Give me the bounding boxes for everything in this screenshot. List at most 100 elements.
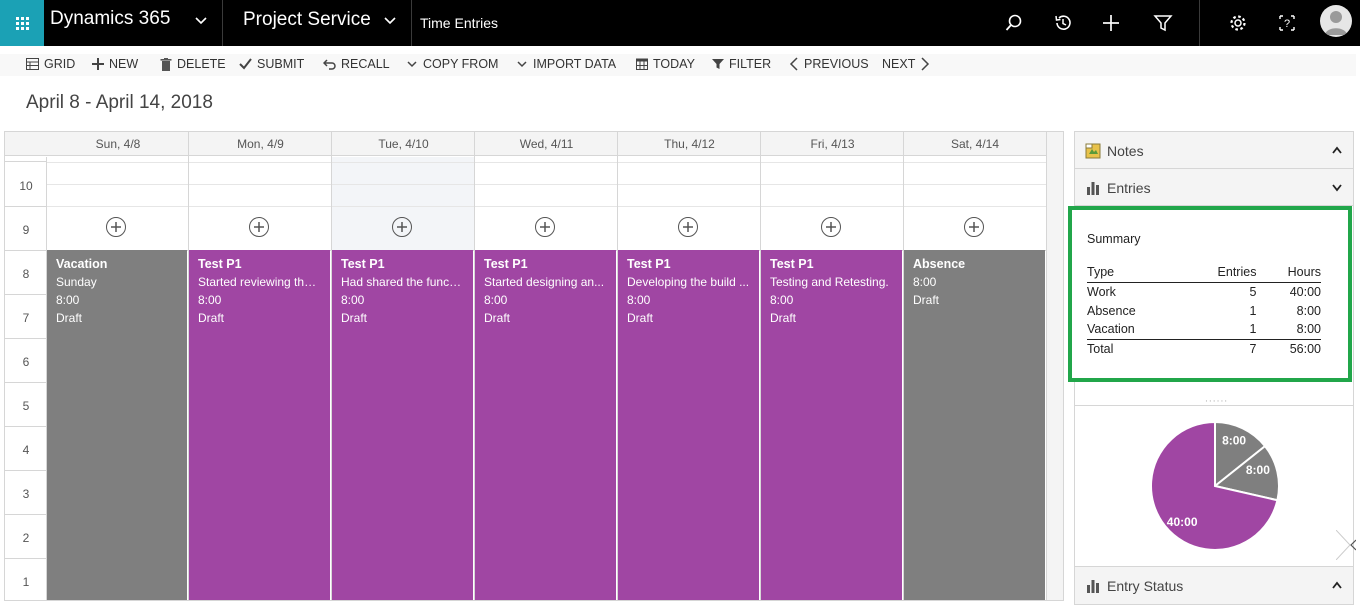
hours-pie-chart: 8:00 8:00 40:00 — [1150, 420, 1280, 551]
entry-duration: 8:00 — [198, 293, 222, 307]
calendar-scrollbar[interactable] — [1047, 132, 1063, 600]
entry-title: Test P1 — [627, 257, 671, 271]
time-entry-card[interactable]: Test P1 Testing and Retesting. 8:00 Draf… — [761, 250, 902, 600]
svg-text:?: ? — [1284, 18, 1290, 30]
user-avatar-icon[interactable] — [1320, 5, 1352, 37]
day-header[interactable]: Wed, 4/11 — [475, 137, 618, 151]
row-divider — [47, 184, 1046, 185]
add-icon[interactable] — [1099, 11, 1123, 35]
history-icon[interactable] — [1051, 11, 1075, 35]
summary-type: Work — [1087, 284, 1116, 299]
entry-title: Test P1 — [484, 257, 528, 271]
add-entry-button[interactable] — [249, 217, 269, 237]
plus-icon — [969, 222, 979, 232]
filter-icon[interactable] — [1151, 11, 1175, 35]
app-name[interactable]: Project Service — [243, 9, 371, 31]
entry-description: Testing and Retesting. — [770, 275, 889, 289]
entry-description: Developing the build ... — [627, 275, 750, 289]
hour-label: 10 — [19, 179, 33, 193]
day-header[interactable]: Mon, 4/9 — [189, 137, 332, 151]
time-entry-card[interactable]: Test P1 Started designing an... 8:00 Dra… — [475, 250, 616, 600]
breadcrumb[interactable]: Time Entries — [420, 15, 498, 31]
plus-icon — [397, 222, 407, 232]
day-header[interactable]: Thu, 4/12 — [618, 137, 761, 151]
entry-status: Draft — [198, 311, 225, 325]
time-entry-card[interactable]: Test P1 Developing the build ... 8:00 Dr… — [618, 250, 759, 600]
delete-button[interactable]: DELETE — [160, 57, 226, 71]
day-header[interactable]: Sat, 4/14 — [904, 137, 1046, 151]
date-range-title: April 8 - April 14, 2018 — [26, 92, 213, 113]
copy-from-button[interactable]: COPY FROM — [406, 57, 498, 71]
add-entry-button[interactable] — [964, 217, 984, 237]
command-bar: GRID NEW DELETE SUBMIT RECALL COPY FROM … — [0, 54, 1356, 76]
summary-hours: 8:00 — [1296, 303, 1321, 318]
time-entry-card[interactable]: Test P1 Started reviewing the ... 8:00 D… — [189, 250, 330, 600]
time-entry-card[interactable]: Absence 8:00 Draft — [904, 250, 1045, 600]
add-entry-button[interactable] — [106, 217, 126, 237]
hour-label: 7 — [22, 311, 30, 325]
hour-label: 6 — [22, 355, 30, 369]
previous-button[interactable]: PREVIOUS — [789, 57, 869, 71]
add-entry-button[interactable] — [678, 217, 698, 237]
search-icon[interactable] — [1002, 11, 1026, 35]
pie-slice-label: 40:00 — [1167, 515, 1198, 529]
checkmark-icon — [239, 58, 252, 70]
panel-collapse-handle-icon[interactable] — [1336, 530, 1356, 560]
recall-label: RECALL — [341, 57, 390, 71]
entries-label: Entries — [1107, 180, 1151, 196]
filter-button[interactable]: FILTER — [712, 57, 771, 71]
column-header: Hours — [1256, 263, 1321, 283]
entry-status: Draft — [770, 311, 797, 325]
next-button[interactable]: NEXT — [882, 57, 930, 71]
entry-description: Started designing an... — [484, 275, 605, 289]
time-entry-card[interactable]: Test P1 Had shared the functi... 8:00 Dr… — [332, 250, 473, 600]
entries-section-header[interactable]: Entries — [1075, 169, 1353, 206]
day-header[interactable]: Tue, 4/10 — [332, 137, 475, 151]
app-launcher-button[interactable] — [0, 0, 44, 46]
summary-title: Summary — [1087, 232, 1141, 246]
entry-description: Started reviewing the ... — [198, 275, 321, 289]
week-calendar: Sun, 4/8 Mon, 4/9 Tue, 4/10 Wed, 4/11 Th… — [4, 131, 1064, 601]
help-icon[interactable]: ? — [1275, 11, 1299, 35]
today-label: TODAY — [653, 57, 695, 71]
next-label: NEXT — [882, 57, 916, 71]
previous-label: PREVIOUS — [804, 57, 869, 71]
row-divider — [47, 162, 1046, 163]
entry-duration: 8:00 — [770, 293, 794, 307]
nav-separator — [411, 0, 412, 46]
chevron-down-icon — [517, 61, 527, 68]
day-header[interactable]: Sun, 4/8 — [47, 137, 189, 151]
grid-button[interactable]: GRID — [26, 57, 75, 71]
summary-hours: 40:00 — [1289, 284, 1321, 299]
hour-label: 9 — [22, 223, 30, 237]
summary-row: Absence 1 8:00 — [1087, 301, 1321, 320]
today-button[interactable]: TODAY — [636, 57, 695, 71]
notes-section-header[interactable]: Notes — [1075, 132, 1353, 169]
chevron-down-icon — [407, 61, 417, 68]
chevron-down-icon[interactable] — [383, 13, 397, 27]
nav-separator — [222, 0, 223, 46]
chevron-down-icon[interactable] — [194, 13, 208, 27]
entry-title: Test P1 — [198, 257, 242, 271]
submit-button[interactable]: SUBMIT — [239, 57, 304, 71]
entry-duration: 8:00 — [56, 293, 80, 307]
add-entry-button[interactable] — [821, 217, 841, 237]
plus-icon — [111, 222, 121, 232]
time-entry-card[interactable]: Vacation Sunday 8:00 Draft — [47, 250, 187, 600]
plus-icon — [826, 222, 836, 232]
entry-status-section-header[interactable]: Entry Status — [1075, 566, 1353, 604]
brand-name[interactable]: Dynamics 365 — [50, 8, 170, 30]
filter-label: FILTER — [729, 57, 772, 71]
import-data-button[interactable]: IMPORT DATA — [516, 57, 616, 71]
settings-icon[interactable] — [1226, 11, 1250, 35]
pie-slice-label: 8:00 — [1222, 433, 1246, 447]
add-entry-button[interactable] — [392, 217, 412, 237]
new-button[interactable]: NEW — [92, 57, 138, 71]
chevron-up-icon — [1332, 146, 1342, 154]
trash-icon — [160, 57, 172, 71]
add-entry-button[interactable] — [535, 217, 555, 237]
hour-label: 1 — [22, 575, 30, 589]
day-header[interactable]: Fri, 4/13 — [761, 137, 904, 151]
recall-button[interactable]: RECALL — [323, 57, 390, 71]
delete-label: DELETE — [177, 57, 226, 71]
